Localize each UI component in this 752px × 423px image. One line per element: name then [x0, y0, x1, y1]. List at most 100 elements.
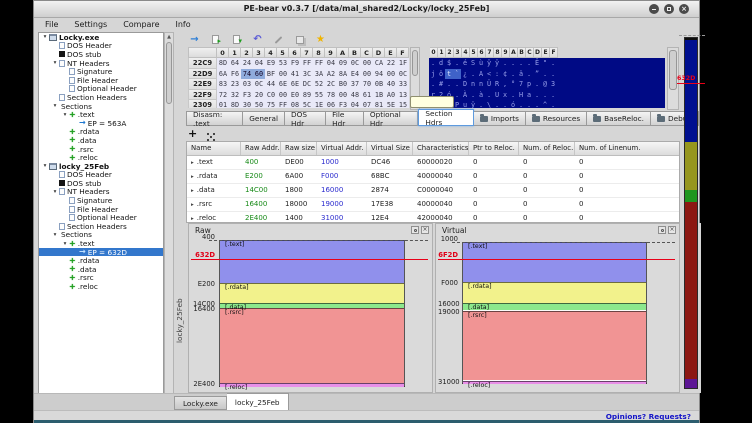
- hex-byte[interactable]: 55: [313, 90, 325, 101]
- band-text[interactable]: [463, 242, 646, 282]
- fit-view-icon[interactable]: [207, 133, 209, 135]
- ascii-char[interactable]: À: [461, 90, 469, 101]
- ascii-char[interactable]: <: [485, 69, 493, 80]
- tree-item-sections[interactable]: ▾Sections: [39, 102, 163, 111]
- hex-byte[interactable]: CA: [373, 58, 385, 69]
- ascii-char[interactable]: \: [485, 100, 493, 108]
- hex-byte[interactable]: B0: [337, 79, 349, 90]
- tree-item-sections[interactable]: ▾Sections: [39, 231, 163, 240]
- band-rsrc[interactable]: [220, 308, 404, 383]
- title-bar[interactable]: PE-bear v0.3.7 [/data/mal_shared2/Locky/…: [34, 1, 699, 18]
- hex-byte[interactable]: 5C: [301, 100, 313, 108]
- hex-byte[interactable]: 0C: [349, 58, 361, 69]
- minimap-segment-0[interactable]: [685, 40, 697, 142]
- tree-item-reloc[interactable]: +.reloc: [39, 153, 163, 162]
- ascii-char[interactable]: H: [517, 90, 525, 101]
- hex-byte[interactable]: 24: [241, 58, 253, 69]
- ascii-char[interactable]: ä: [517, 69, 525, 80]
- tree-scrollbar[interactable]: ▲▼: [164, 32, 174, 404]
- tree-item-file-header[interactable]: File Header: [39, 205, 163, 214]
- hex-byte[interactable]: 04: [325, 58, 337, 69]
- ascii-char[interactable]: .: [429, 58, 437, 69]
- tab-resources[interactable]: Resources: [526, 111, 587, 126]
- tree-item-locky-25feb[interactable]: ▾locky_25Feb: [39, 162, 163, 171]
- hex-byte[interactable]: 1E: [313, 100, 325, 108]
- ascii-char[interactable]: @: [541, 79, 549, 90]
- ascii-char[interactable]: .: [509, 90, 517, 101]
- tree-item-data[interactable]: +.data: [39, 136, 163, 145]
- column-header-num-of-reloc[interactable]: Num. of Reloc.: [519, 142, 575, 155]
- hex-byte[interactable]: 5E: [385, 100, 397, 108]
- tree-item-optional-header[interactable]: Optional Header: [39, 213, 163, 222]
- ascii-char[interactable]: .: [501, 58, 509, 69]
- tree-item-ep-632d[interactable]: →EP = 632D: [39, 248, 163, 257]
- hex-byte[interactable]: C0: [265, 90, 277, 101]
- hex-byte[interactable]: 53: [277, 58, 289, 69]
- minimap-segment-2[interactable]: [685, 190, 697, 202]
- minimap-segment-3[interactable]: [685, 202, 697, 379]
- menu-file[interactable]: File: [37, 20, 66, 29]
- ascii-char[interactable]: .: [469, 90, 477, 101]
- row-expander-icon[interactable]: ▸: [191, 188, 194, 194]
- hex-byte[interactable]: 70: [361, 79, 373, 90]
- hex-byte[interactable]: BF: [265, 69, 277, 80]
- tree-item-dos-header[interactable]: DOS Header: [39, 171, 163, 180]
- column-header-characteristics[interactable]: Characteristics: [413, 142, 469, 155]
- ascii-char[interactable]: .: [517, 100, 525, 108]
- hex-byte[interactable]: 74: [241, 69, 253, 80]
- tab-optional-hdr[interactable]: Optional Hdr: [364, 111, 418, 126]
- ascii-char[interactable]: .: [485, 90, 493, 101]
- close-panel-icon[interactable]: ×: [421, 226, 429, 234]
- ascii-view-grid[interactable]: .d$.éSùÿÿ....Ê".jöt`¿.A<:¢.ä.”...#..DnnÜ…: [429, 58, 665, 108]
- hex-byte[interactable]: DC: [301, 79, 313, 90]
- column-header-num-of-linenum[interactable]: Num. of Linenum.: [575, 142, 680, 155]
- tree-item-dos-stub[interactable]: DOS stub: [39, 179, 163, 188]
- expander-icon[interactable]: ▾: [61, 112, 69, 118]
- tree-item-dos-stub[interactable]: DOS stub: [39, 50, 163, 59]
- tree-item-signature[interactable]: Signature: [39, 196, 163, 205]
- ascii-char[interactable]: U: [493, 90, 501, 101]
- ascii-char[interactable]: n: [469, 79, 477, 90]
- hex-byte[interactable]: E0: [289, 90, 301, 101]
- ascii-char[interactable]: °: [509, 79, 517, 90]
- hex-byte[interactable]: 6E: [289, 79, 301, 90]
- hex-byte[interactable]: F9: [289, 58, 301, 69]
- ascii-char[interactable]: a: [525, 90, 533, 101]
- band-data[interactable]: [463, 303, 646, 310]
- ascii-char[interactable]: .: [541, 69, 549, 80]
- ascii-char[interactable]: Ü: [485, 79, 493, 90]
- ascii-char[interactable]: ": [541, 58, 549, 69]
- hex-byte[interactable]: 00: [361, 69, 373, 80]
- ascii-char[interactable]: ó: [509, 100, 517, 108]
- tab-general[interactable]: General: [243, 111, 285, 126]
- hex-byte[interactable]: 00: [277, 90, 289, 101]
- ascii-char[interactable]: d: [437, 58, 445, 69]
- tab-dos-hdr[interactable]: DOS Hdr: [285, 111, 326, 126]
- ascii-char[interactable]: .: [493, 100, 501, 108]
- ascii-char[interactable]: à: [477, 90, 485, 101]
- ascii-char[interactable]: .: [445, 79, 453, 90]
- maximize-button[interactable]: [664, 4, 674, 14]
- ascii-char[interactable]: t: [445, 69, 453, 80]
- hex-byte[interactable]: 3C: [301, 69, 313, 80]
- ascii-char[interactable]: ù: [477, 58, 485, 69]
- hex-byte[interactable]: 09: [337, 58, 349, 69]
- ascii-char[interactable]: ÿ: [485, 58, 493, 69]
- menu-settings[interactable]: Settings: [66, 20, 115, 29]
- scroll-thumb[interactable]: [166, 42, 172, 104]
- expander-icon[interactable]: ▾: [51, 60, 59, 66]
- tree-item-optional-header[interactable]: Optional Header: [39, 85, 163, 94]
- tree-item-dos-header[interactable]: DOS Header: [39, 42, 163, 51]
- hex-byte[interactable]: FF: [277, 100, 289, 108]
- hex-byte[interactable]: 78: [325, 90, 337, 101]
- row-expander-icon[interactable]: ▸: [191, 174, 194, 180]
- hex-byte[interactable]: 83: [217, 79, 229, 90]
- ascii-char[interactable]: ÿ: [469, 100, 477, 108]
- menu-compare[interactable]: Compare: [115, 20, 167, 29]
- table-row-rsrc[interactable]: ▸.rsrc16400180001900017E3840000040000: [187, 198, 679, 212]
- ascii-char[interactable]: :: [493, 69, 501, 80]
- ascii-char[interactable]: .: [533, 100, 541, 108]
- ascii-char[interactable]: .: [549, 90, 557, 101]
- ascii-char[interactable]: .: [533, 90, 541, 101]
- hex-byte[interactable]: 30: [241, 100, 253, 108]
